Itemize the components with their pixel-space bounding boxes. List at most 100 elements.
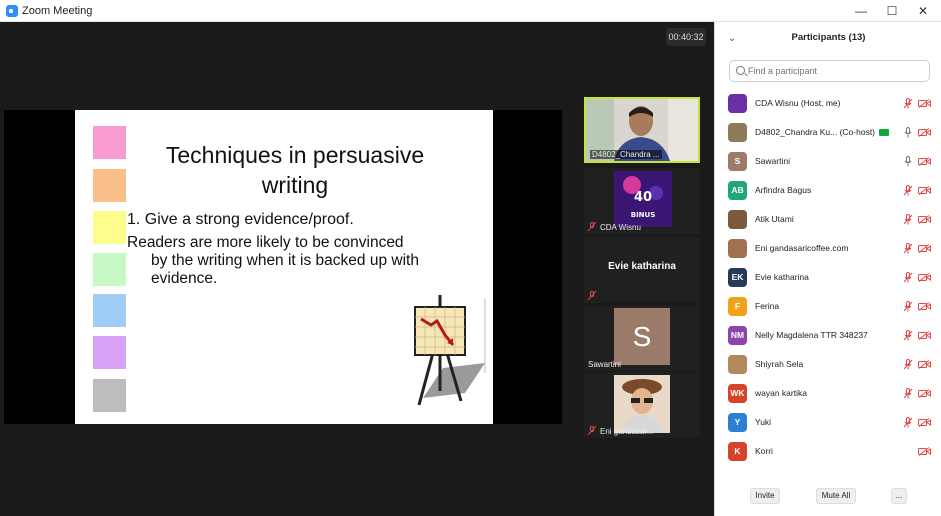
muted-mic-icon	[588, 426, 596, 435]
participant-name: Arfindra Bagus	[755, 185, 811, 195]
video-off-icon[interactable]	[918, 99, 931, 108]
video-tile-name: Eni gandasar...	[600, 427, 654, 436]
participant-row[interactable]: AB Arfindra Bagus	[715, 176, 941, 205]
video-off-icon[interactable]	[918, 273, 931, 282]
participant-search[interactable]	[729, 60, 930, 82]
window-title: Zoom Meeting	[22, 5, 93, 17]
participant-name-text: Eni gandasaricoffee.com	[755, 243, 849, 253]
muted-mic-icon[interactable]	[903, 185, 913, 196]
participant-row[interactable]: D4802_Chandra Ku... (Co-host)	[715, 118, 941, 147]
slide-swatch	[93, 379, 126, 412]
video-off-icon[interactable]	[918, 331, 931, 340]
participant-name: CDA Wisnu (Host, me)	[755, 98, 841, 108]
svg-text:40: 40	[634, 190, 652, 205]
easel-chart-clipart	[414, 295, 486, 406]
mic-icon[interactable]	[903, 156, 913, 167]
participant-name: Korri	[755, 446, 773, 456]
participant-name-text: D4802_Chandra Ku... (Co-host)	[755, 127, 876, 137]
mic-icon[interactable]	[903, 127, 913, 138]
participant-avatar: EK	[728, 268, 747, 287]
participant-name-text: wayan kartika	[755, 388, 807, 398]
mute-all-button[interactable]: Mute All	[816, 488, 856, 504]
video-off-icon[interactable]	[918, 215, 931, 224]
participant-row[interactable]: Atik Utami	[715, 205, 941, 234]
video-off-icon[interactable]	[918, 360, 931, 369]
participant-avatar: AB	[728, 181, 747, 200]
more-button[interactable]: ...	[891, 488, 907, 504]
zoom-logo-icon	[6, 5, 18, 17]
slide-swatch	[93, 211, 126, 244]
participant-row[interactable]: Eni gandasaricoffee.com	[715, 234, 941, 263]
participant-avatar: Y	[728, 413, 747, 432]
participant-name-text: Nelly Magdalena TTR 348237	[755, 330, 868, 340]
participant-name: wayan kartika	[755, 388, 807, 398]
video-off-icon[interactable]	[918, 157, 931, 166]
video-tile[interactable]: D4802_Chandra ...	[584, 97, 700, 163]
title-bar: Zoom Meeting — ☐ ✕	[0, 0, 941, 22]
muted-mic-icon	[588, 222, 596, 231]
video-off-icon[interactable]	[918, 389, 931, 398]
video-tile[interactable]: S Sawartini	[584, 305, 700, 371]
muted-mic-icon[interactable]	[903, 272, 913, 283]
participant-avatar	[728, 123, 747, 142]
participant-row[interactable]: WK wayan kartika	[715, 379, 941, 408]
participants-panel: ⌄ Participants (13) CDA Wisnu (Host, me)…	[714, 22, 941, 516]
participant-avatar: S	[728, 152, 747, 171]
participant-row[interactable]: NM Nelly Magdalena TTR 348237	[715, 321, 941, 350]
participant-row[interactable]: K Korri	[715, 437, 941, 466]
muted-mic-icon[interactable]	[903, 98, 913, 109]
muted-mic-icon[interactable]	[903, 214, 913, 225]
shared-slide: Techniques in persuasive writing 1. Give…	[75, 110, 493, 424]
slide-bullet: 1. Give a strong evidence/proof.	[127, 211, 354, 228]
video-off-icon[interactable]	[918, 447, 931, 456]
participant-name-text: Arfindra Bagus	[755, 185, 812, 195]
participant-name-text: Yuki	[755, 417, 772, 427]
participant-avatar	[728, 210, 747, 229]
video-off-icon[interactable]	[918, 128, 931, 137]
participant-name: Atik Utami	[755, 214, 794, 224]
participant-photo	[614, 375, 670, 433]
participant-row[interactable]: EK Evie katharina	[715, 263, 941, 292]
video-off-icon[interactable]	[918, 302, 931, 311]
video-tile[interactable]: Evie katharina	[584, 237, 700, 303]
participant-row[interactable]: F Ferina	[715, 292, 941, 321]
participant-name: Yuki	[755, 417, 771, 427]
muted-mic-icon[interactable]	[903, 330, 913, 341]
video-off-icon[interactable]	[918, 244, 931, 253]
participant-row[interactable]: Shiyrah Sela	[715, 350, 941, 379]
search-icon	[736, 66, 745, 75]
participant-row[interactable]: CDA Wisnu (Host, me)	[715, 89, 941, 118]
video-tile-center-name: Evie katharina	[608, 261, 676, 272]
participant-name: Shiyrah Sela	[755, 359, 803, 369]
participant-avatar: WK	[728, 384, 747, 403]
participant-name: Sawartini	[755, 156, 790, 166]
muted-mic-icon	[588, 291, 596, 300]
slide-swatch	[93, 294, 126, 327]
search-input[interactable]	[748, 64, 918, 78]
video-off-icon[interactable]	[918, 186, 931, 195]
muted-mic-icon[interactable]	[903, 301, 913, 312]
participant-name-text: Atik Utami	[755, 214, 794, 224]
muted-mic-icon[interactable]	[903, 243, 913, 254]
video-tile-name: D4802_Chandra ...	[590, 150, 662, 159]
participant-name-text: CDA Wisnu (Host, me)	[755, 98, 841, 108]
video-off-icon[interactable]	[918, 418, 931, 427]
participant-name-text: Sawartini	[755, 156, 790, 166]
video-tile[interactable]: 40 BINUS CDA Wisnu	[584, 168, 700, 234]
participant-row[interactable]: Y Yuki	[715, 408, 941, 437]
minimize-button[interactable]: —	[846, 2, 876, 20]
participant-row[interactable]: S Sawartini	[715, 147, 941, 176]
participant-avatar: K	[728, 442, 747, 461]
participant-name: Nelly Magdalena TTR 348237	[755, 330, 868, 340]
muted-mic-icon[interactable]	[903, 359, 913, 370]
close-button[interactable]: ✕	[908, 2, 938, 20]
maximize-button[interactable]: ☐	[877, 2, 907, 20]
slide-body: Readers are more likely to be convinced …	[127, 234, 419, 287]
binus-logo-image: 40 BINUS	[614, 171, 672, 227]
muted-mic-icon[interactable]	[903, 417, 913, 428]
video-tile[interactable]: Eni gandasar...	[584, 372, 700, 438]
participant-avatar	[728, 355, 747, 374]
invite-button[interactable]: Invite	[750, 488, 780, 504]
muted-mic-icon[interactable]	[903, 388, 913, 399]
slide-swatch	[93, 169, 126, 202]
